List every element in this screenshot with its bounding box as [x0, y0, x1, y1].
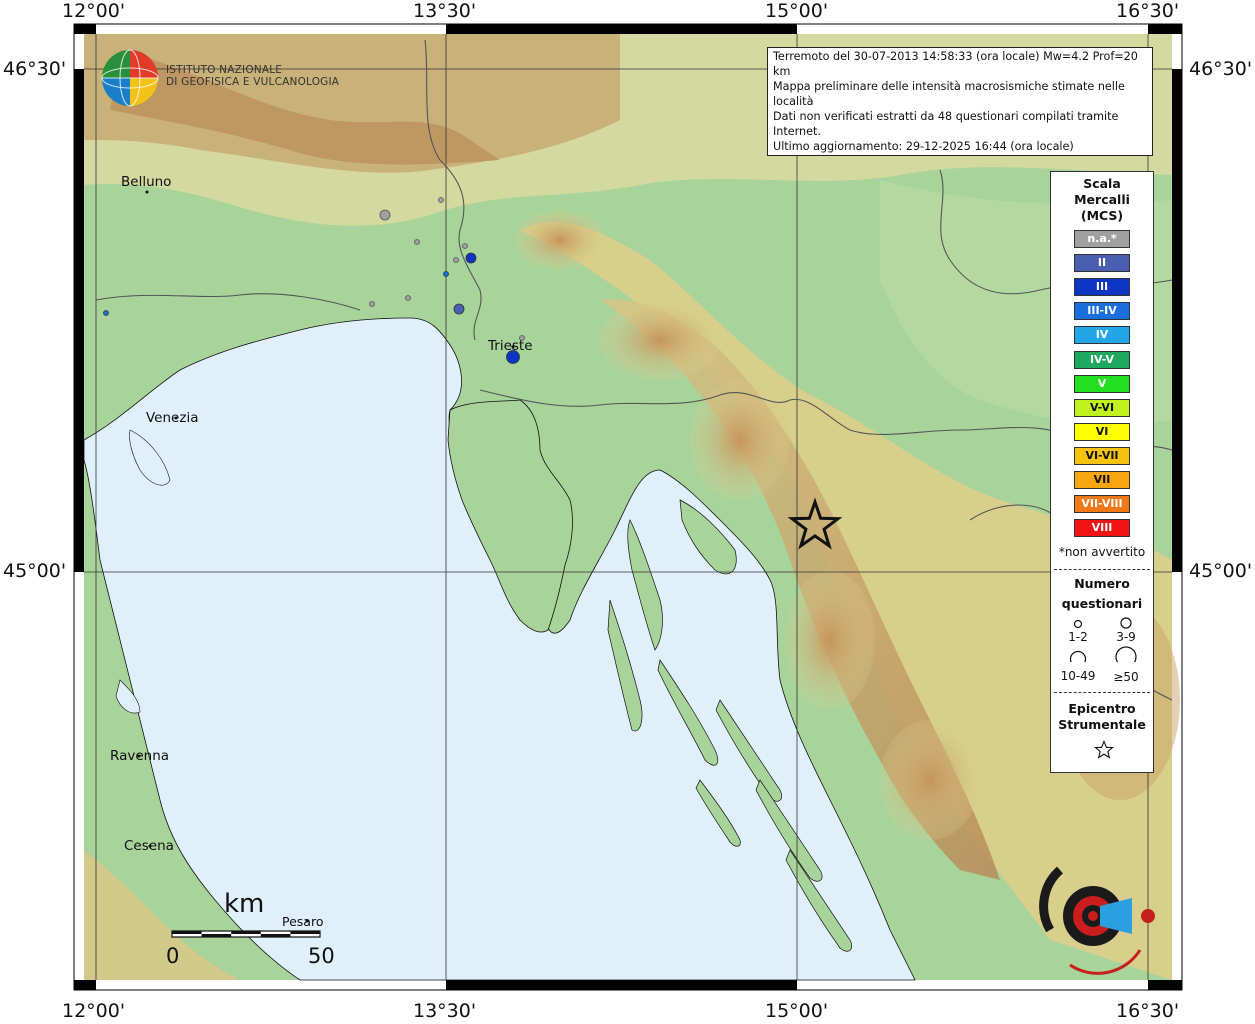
legend-swatch-12: VIII: [1074, 519, 1130, 538]
legend-size-4: ≥50: [1113, 670, 1139, 684]
legend-swatch-4: IV: [1074, 326, 1130, 345]
scale-bar-unit: km: [224, 889, 265, 919]
legend-swatch-9: VI-VII: [1074, 446, 1130, 465]
scale-bar-start: 0: [166, 944, 180, 968]
coord-left-1: 46°30': [3, 58, 67, 80]
legend-star-icon: [1094, 740, 1114, 759]
legend-swatch-5: IV-V: [1074, 350, 1130, 369]
coord-top-4: 16°30': [1116, 0, 1180, 22]
coord-top-2: 13°30': [413, 0, 477, 22]
coord-bottom-2: 13°30': [413, 1000, 477, 1022]
coord-bottom-3: 15°00': [765, 1000, 829, 1022]
ingv-globe-icon: [101, 49, 159, 107]
legend-size-1: 1-2: [1068, 630, 1088, 644]
legend-epicenter-title-2: Strumentale: [1058, 717, 1146, 732]
legend-count-title-2: questionari: [1061, 596, 1143, 611]
scale-bar-end: 50: [308, 944, 335, 968]
coord-right-1: 46°30': [1189, 58, 1253, 80]
ingv-logo: ISTITUTO NAZIONALE DI GEOFISICA E VULCAN…: [166, 64, 339, 88]
legend-swatch-0: n.a.*: [1074, 230, 1130, 248]
legend-title-2: Mercalli: [1074, 192, 1130, 207]
legend-not-felt: *non avvertito: [1058, 545, 1146, 559]
city-label-trieste: Trieste: [488, 338, 533, 354]
city-label-pesaro: Pesaro: [282, 914, 324, 929]
city-label-cesena: Cesena: [124, 838, 174, 854]
ingv-logo-line2: DI GEOFISICA E VULCANOLOGIA: [166, 76, 340, 88]
event-info-line1: Terremoto del 30-07-2013 14:58:33 (ora l…: [773, 50, 1138, 78]
event-info-line3: Dati non verificati estratti da 48 quest…: [773, 110, 1119, 138]
city-label-venezia: Venezia: [146, 410, 199, 426]
legend-swatch-3: III-IV: [1074, 302, 1130, 321]
coord-bottom-4: 16°30': [1116, 1000, 1180, 1022]
legend-size-2: 3-9: [1116, 630, 1136, 644]
legend-swatch-1: II: [1074, 254, 1130, 273]
legend-epicenter-title-1: Epicentro: [1068, 701, 1136, 716]
legend-size-3: 10-49: [1060, 669, 1096, 683]
event-info-box: Terremoto del 30-07-2013 14:58:33 (ora l…: [767, 47, 1153, 156]
legend-title-1: Scala: [1083, 176, 1121, 191]
event-info-line2: Mappa preliminare delle intensità macros…: [773, 80, 1125, 108]
event-info-line4: Ultimo aggiornamento: 29-12-2025 16:44 (…: [773, 140, 1074, 153]
legend-swatch-10: VII: [1074, 471, 1130, 489]
city-label-ravenna: Ravenna: [110, 748, 170, 764]
legend-count-title-1: Numero: [1074, 576, 1130, 591]
legend-swatch-6: V: [1074, 374, 1130, 393]
city-label-belluno: Belluno: [121, 174, 172, 190]
legend-divider-2: [1054, 692, 1150, 693]
coord-bottom-1: 12°00': [62, 1000, 126, 1022]
legend: Scala Mercalli (MCS) n.a.* II III III-IV IV I…: [1050, 171, 1154, 773]
scale-bar-graphic: [171, 930, 321, 938]
coord-left-2: 45°00': [3, 560, 67, 582]
coord-top-1: 12°00': [62, 0, 126, 22]
coord-top-3: 15°00': [765, 0, 829, 22]
legend-swatch-8: VI: [1074, 422, 1130, 441]
legend-swatch-7: V-VI: [1074, 398, 1130, 417]
legend-swatch-2: III: [1074, 278, 1130, 297]
coord-right-2: 45°00': [1189, 560, 1253, 582]
ingv-logo-line1: ISTITUTO NAZIONALE: [166, 64, 283, 76]
legend-divider-1: [1054, 569, 1150, 570]
legend-swatch-11: VII-VIII: [1074, 495, 1130, 514]
legend-title-3: (MCS): [1080, 208, 1124, 223]
